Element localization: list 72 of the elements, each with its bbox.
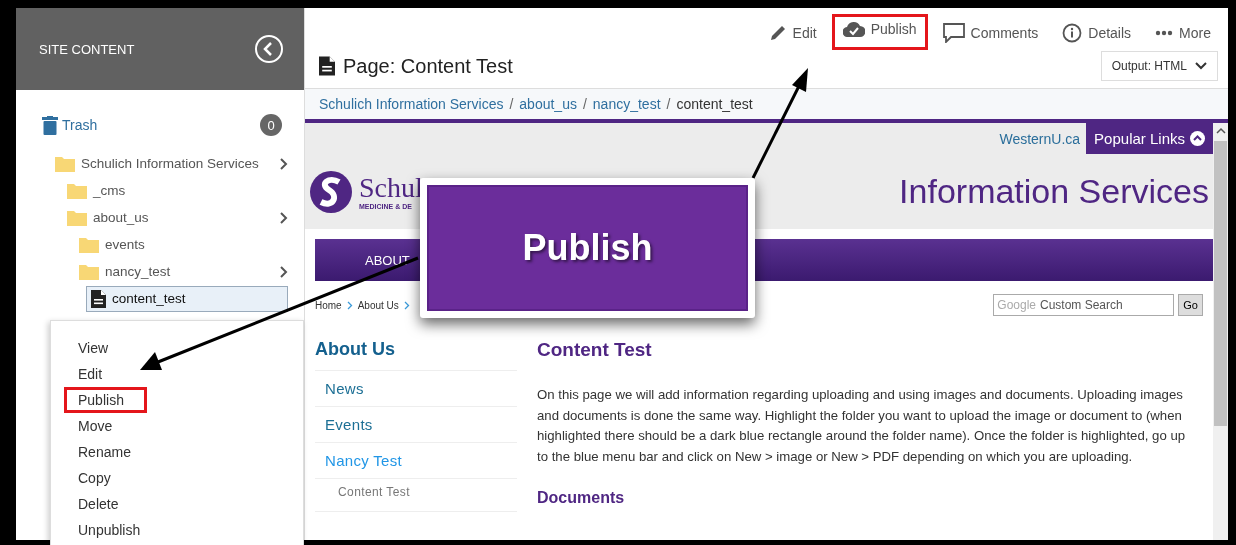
google-label: Google [997, 298, 1036, 312]
folder-icon [79, 263, 99, 280]
breadcrumb-link[interactable]: Schulich Information Services [319, 96, 504, 112]
breadcrumb-separator: / [582, 96, 587, 112]
folder-icon [79, 236, 99, 253]
folder-icon [55, 155, 75, 172]
chevron-up-icon [1190, 131, 1205, 146]
section-title: About Us [315, 329, 517, 371]
comment-icon [942, 23, 965, 43]
chevron-right-icon [403, 300, 410, 310]
collapse-icon[interactable] [254, 34, 284, 64]
content-subheading: Documents [537, 489, 626, 507]
sidebar-title: SITE CONTENT [39, 41, 135, 57]
chevron-right-icon[interactable] [280, 157, 288, 170]
content-paragraph: On this page we will add information regarding uploading and using images and documents. Uploading images and documents is done the same way. Highlight the folder you want to upload the image or document to (when highlighted there should be a dark blue rectangle around the folder name). Once the folder is highlighted, go up to the blue menu bar and click on New > image or New > PDF depending on which you are uploading. [537, 386, 1187, 466]
toolbar-button[interactable]: Comments [933, 18, 1048, 48]
breadcrumb-separator: / [666, 96, 671, 112]
site-link[interactable]: WesternU.ca [999, 130, 1081, 147]
info-icon [1062, 23, 1083, 43]
chevron-right-icon[interactable] [280, 265, 288, 278]
document-icon [91, 289, 106, 308]
trash-icon [42, 115, 58, 135]
logo-icon [309, 169, 353, 214]
chevron-right-icon [346, 300, 353, 310]
breadcrumb-link[interactable]: Home [315, 299, 342, 311]
folder-icon [67, 209, 87, 226]
site-title: Information Services [899, 172, 1209, 211]
scrollbar[interactable] [1213, 123, 1228, 540]
publish-callout: Publish [420, 178, 755, 318]
side-nav-sublink[interactable]: Content Test [315, 479, 517, 512]
toolbar-button[interactable]: Publish [831, 14, 928, 50]
trash-count: 0 [260, 114, 282, 136]
tree-item[interactable]: about_us [62, 204, 276, 231]
menu-item[interactable]: Rename [64, 439, 145, 465]
pencil-icon [768, 24, 787, 42]
page-title: Page: Content Test [343, 54, 514, 78]
breadcrumb-link[interactable]: nancy_test [592, 96, 661, 112]
folder-icon [67, 182, 87, 199]
menu-item[interactable]: Delete [64, 491, 133, 517]
go-button[interactable]: Go [1178, 294, 1203, 316]
tree-item[interactable]: content_test [86, 285, 288, 312]
menu-item[interactable]: Move [64, 413, 127, 439]
menu-item[interactable]: Publish [64, 387, 147, 413]
toolbar-button[interactable]: More [1146, 18, 1220, 48]
side-nav-link[interactable]: News [315, 371, 517, 407]
chevron-down-icon [1195, 62, 1207, 70]
breadcrumb-link[interactable]: About Us [357, 299, 399, 311]
menu-item[interactable]: Unpublish [64, 517, 155, 543]
toolbar-button[interactable]: Details [1053, 18, 1141, 48]
nav-link[interactable]: ABOUT [365, 252, 410, 268]
toolbar-button[interactable]: Edit [759, 18, 826, 48]
tree-item[interactable]: events [74, 231, 288, 258]
cloud-check-icon [842, 21, 865, 37]
tree-item[interactable]: _cms [62, 177, 288, 204]
trash-link[interactable]: Trash [62, 117, 256, 133]
breadcrumb-current: content_test [676, 96, 753, 112]
document-icon [319, 56, 335, 76]
menu-item[interactable]: Copy [64, 465, 125, 491]
tree-item[interactable]: Schulich Information Services [50, 150, 276, 177]
more-icon [1155, 30, 1174, 36]
chevron-right-icon[interactable] [280, 211, 288, 224]
menu-item[interactable]: Edit [64, 361, 117, 387]
content-heading: Content Test [537, 339, 653, 361]
menu-item[interactable]: View [64, 335, 123, 361]
popular-links-button[interactable]: Popular Links [1086, 123, 1213, 154]
scrollbar-thumb[interactable] [1214, 141, 1227, 426]
tree-item[interactable]: nancy_test [74, 258, 276, 285]
breadcrumb-link[interactable]: about_us [519, 96, 577, 112]
side-nav-link[interactable]: Events [315, 407, 517, 443]
scroll-up-icon[interactable] [1215, 127, 1226, 135]
output-dropdown[interactable]: Output: HTML [1100, 51, 1218, 81]
breadcrumb-separator: / [509, 96, 514, 112]
